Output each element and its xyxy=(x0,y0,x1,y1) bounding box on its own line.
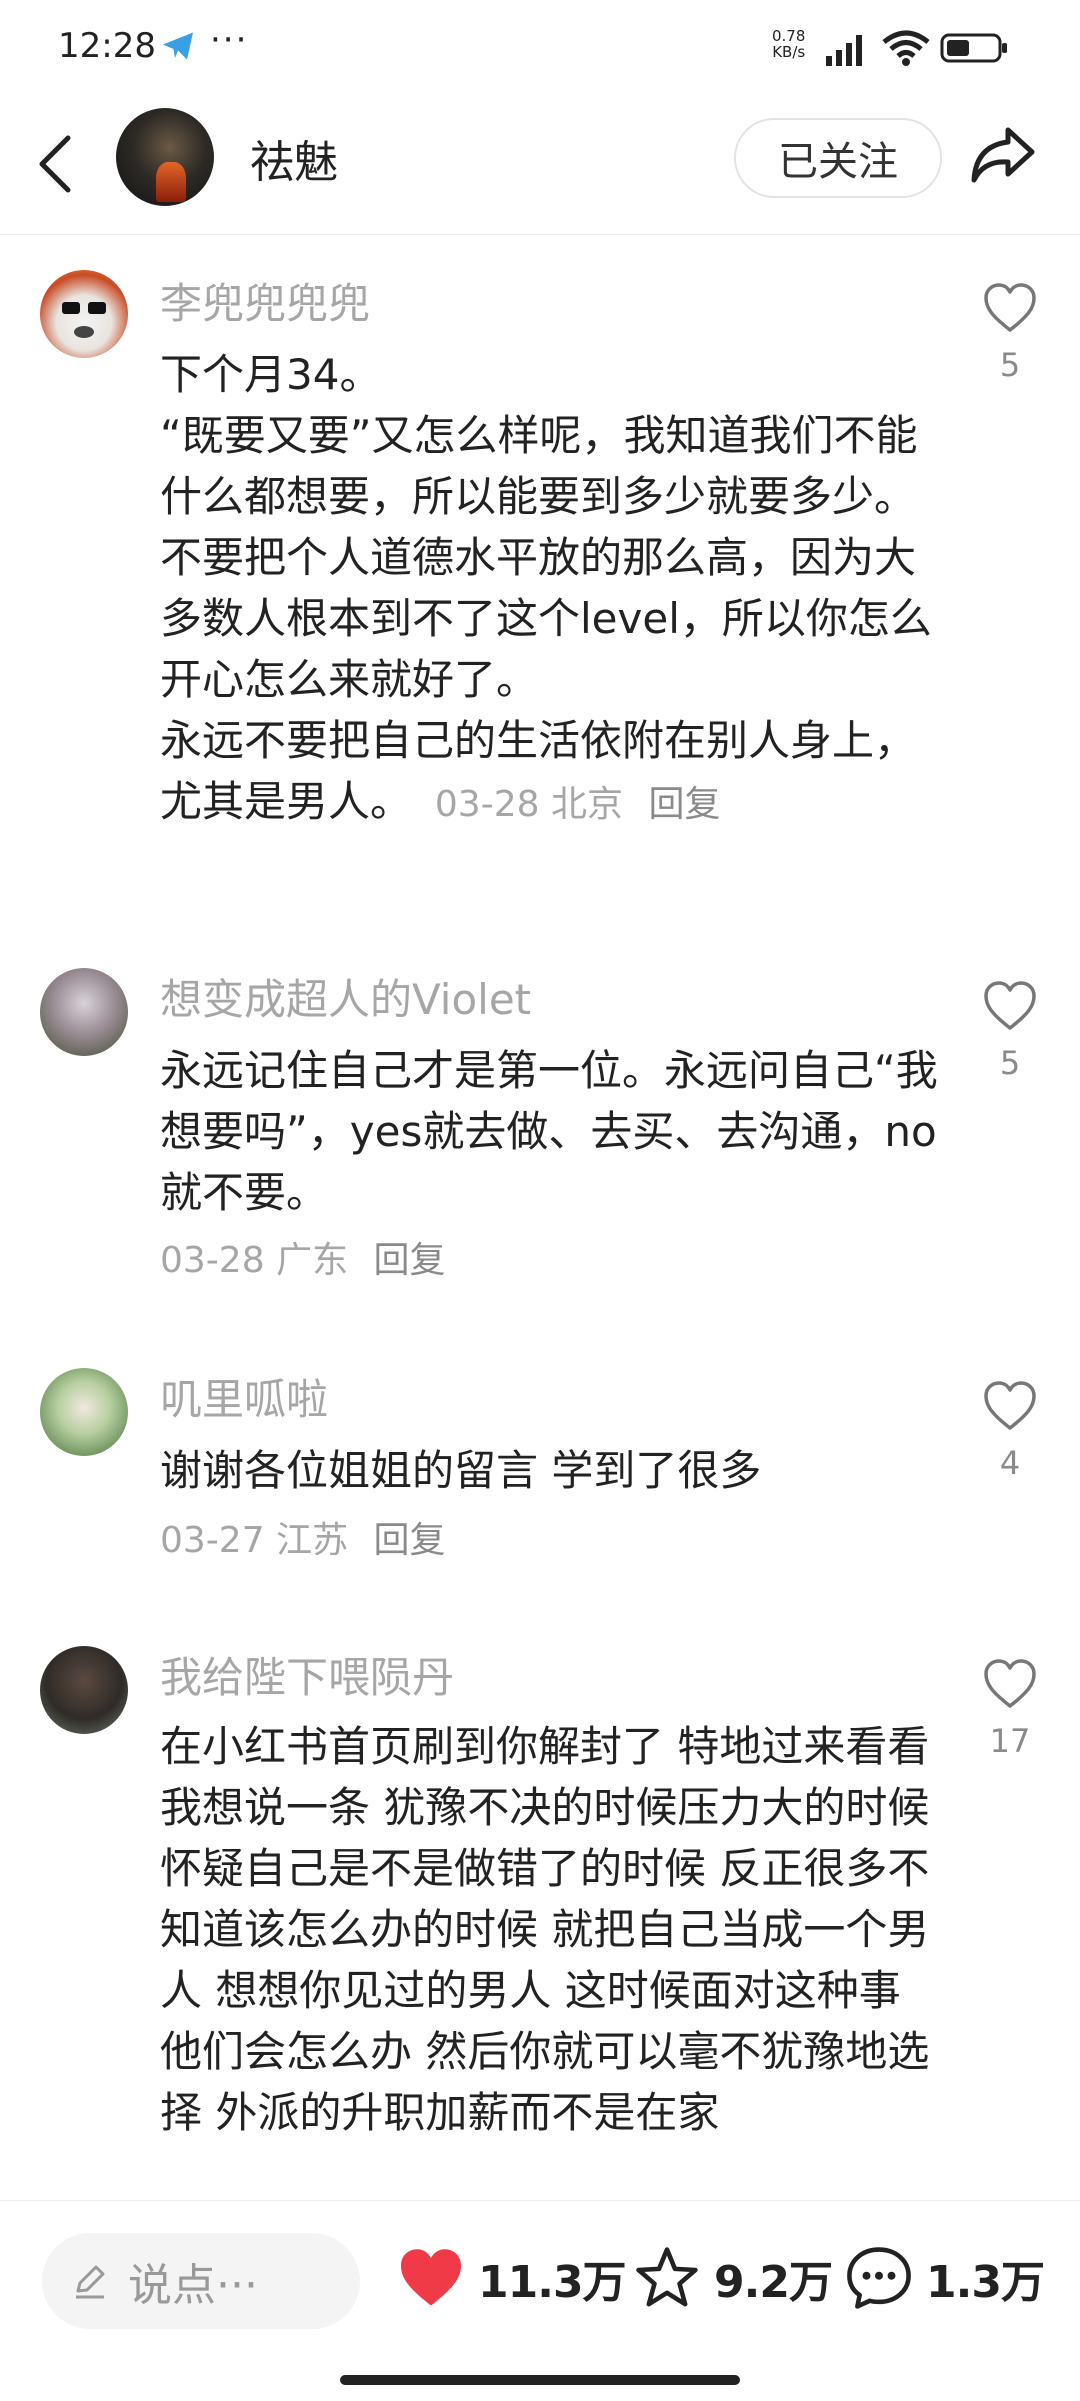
network-speed: 0.78 KB/s xyxy=(772,27,806,61)
star-outline-icon xyxy=(636,2247,698,2307)
heart-outline-icon[interactable] xyxy=(982,1658,1038,1710)
comment-meta: 03-28 广东 回复 xyxy=(160,1240,446,1281)
signal-icon xyxy=(826,35,862,66)
heart-outline-icon[interactable] xyxy=(982,1380,1038,1432)
back-arrow-icon[interactable] xyxy=(36,132,76,196)
comment-text: 下个月34。 “既要又要”又怎么样呢，我知道我们不能什么都想要，所以能要到多少就… xyxy=(160,350,932,826)
author-avatar[interactable] xyxy=(116,108,214,206)
reply-button[interactable]: 回复 xyxy=(374,1520,446,1561)
commenter-avatar[interactable] xyxy=(40,1368,128,1456)
reply-button[interactable]: 回复 xyxy=(648,784,720,825)
commenter-name[interactable]: 我给陛下喂陨丹 xyxy=(160,1644,454,1705)
commenter-avatar[interactable] xyxy=(40,968,128,1056)
comment-count: 1.3万 xyxy=(926,2257,1045,2308)
commenter-name[interactable]: 想变成超人的Violet xyxy=(160,966,531,1027)
like-count: 5 xyxy=(999,1044,1021,1082)
reply-button[interactable]: 回复 xyxy=(374,1240,446,1281)
commenter-name[interactable]: 李兜兜兜兜 xyxy=(160,270,370,331)
bottom-bar: 说点··· 11.3万 9.2万 1.3万 xyxy=(0,2200,1080,2401)
like-count: 4 xyxy=(999,1444,1021,1482)
heart-outline-icon[interactable] xyxy=(982,282,1038,334)
battery-icon xyxy=(940,33,1007,63)
comment-text: 谢谢各位姐姐的留言 学到了很多 xyxy=(160,1446,762,1495)
comment-meta: 03-27 江苏 回复 xyxy=(160,1520,446,1561)
commenter-avatar[interactable] xyxy=(40,1646,128,1734)
comment-text: 永远记住自己才是第一位。永远问自己“我想要吗”，yes就去做、去买、去沟通，no… xyxy=(160,1046,938,1217)
home-indicator[interactable] xyxy=(340,2375,740,2385)
comments-button[interactable]: 1.3万 xyxy=(844,2245,1045,2311)
header: 祛魅 已关注 xyxy=(0,96,1080,235)
follow-button[interactable]: 已关注 xyxy=(734,118,942,198)
favorite-button[interactable]: 9.2万 xyxy=(632,2245,833,2311)
comment-item: 我给陛下喂陨丹 在小红书首页刷到你解封了 特地过来看看 我想说一条 犹豫不决的时… xyxy=(0,1640,1080,2200)
share-icon[interactable] xyxy=(968,122,1038,188)
like-count: 5 xyxy=(999,346,1021,384)
commenter-avatar[interactable] xyxy=(40,270,128,358)
like-count: 17 xyxy=(989,1722,1031,1760)
status-time: 12:28 xyxy=(58,26,156,66)
favorite-count: 9.2万 xyxy=(714,2257,833,2308)
heart-filled-icon xyxy=(401,2249,461,2306)
comment-meta: 03-28 北京 回复 xyxy=(434,784,721,825)
status-dots: ··· xyxy=(210,20,249,60)
comment-input[interactable]: 说点··· xyxy=(42,2233,360,2329)
commenter-name[interactable]: 叽里呱啦 xyxy=(160,1366,328,1427)
comment-text: 在小红书首页刷到你解封了 特地过来看看 我想说一条 犹豫不决的时候压力大的时候 … xyxy=(160,1722,943,2137)
like-count-total: 11.3万 xyxy=(478,2257,627,2308)
comment-bubble-icon xyxy=(847,2247,911,2309)
status-bar: 12:28 ··· 0.78 KB/s xyxy=(0,0,1080,96)
author-name[interactable]: 祛魅 xyxy=(250,126,338,190)
heart-outline-icon[interactable] xyxy=(982,980,1038,1032)
comment-input-placeholder: 说点··· xyxy=(128,2260,258,2311)
pen-icon xyxy=(76,2265,105,2299)
telegram-icon xyxy=(163,32,193,60)
wifi-icon xyxy=(882,30,930,66)
like-button[interactable]: 11.3万 xyxy=(396,2245,627,2311)
